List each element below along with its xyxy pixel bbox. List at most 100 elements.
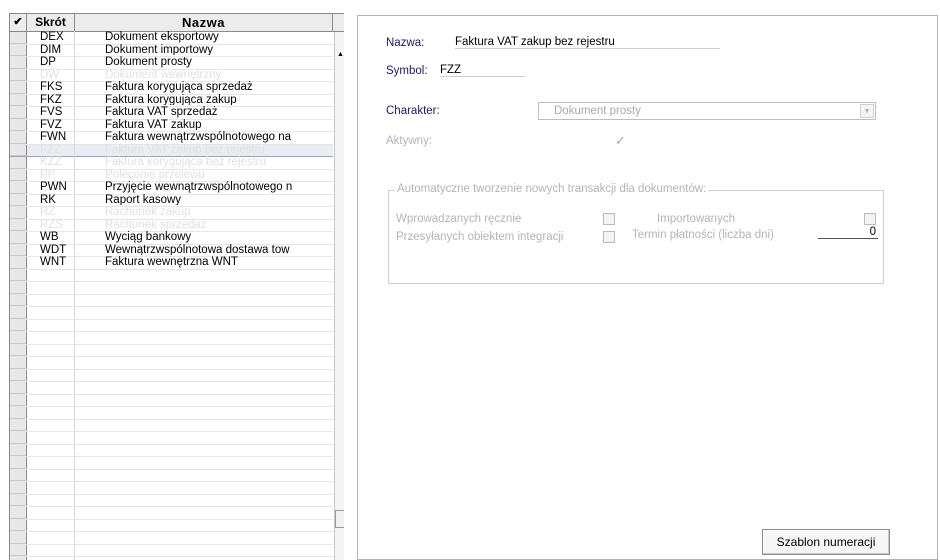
cell-nazwa: Faktura wewnętrzna WNT: [105, 256, 238, 268]
row-selector[interactable]: [10, 382, 27, 394]
row-selector[interactable]: [10, 219, 27, 231]
document-details-panel: Nazwa: Faktura VAT zakup bez rejestru Sy…: [357, 15, 938, 560]
row-selector[interactable]: [10, 519, 27, 531]
cell-skrot: WDT: [28, 243, 75, 255]
cell-skrot: [28, 268, 75, 280]
row-selector[interactable]: [10, 319, 27, 331]
cell-nazwa: Rachunek zakup: [105, 206, 191, 218]
row-selector[interactable]: [10, 94, 27, 106]
cell-skrot: [28, 543, 75, 555]
cell-skrot: [28, 293, 75, 305]
row-selector[interactable]: [10, 482, 27, 494]
row-selector[interactable]: [10, 257, 27, 269]
cell-skrot: [28, 381, 75, 393]
charakter-label: Charakter:: [386, 105, 440, 117]
symbol-field[interactable]: FZZ: [440, 64, 525, 77]
column-header-skrot[interactable]: Skrót: [27, 14, 75, 31]
cell-nazwa: Faktura korygująca bez rejestru: [105, 156, 267, 168]
scroll-thumb[interactable]: [335, 510, 344, 528]
cell-skrot: [28, 281, 75, 293]
row-selector[interactable]: [10, 69, 27, 81]
row-selector[interactable]: [10, 357, 27, 369]
row-selector[interactable]: [10, 307, 27, 319]
charakter-select[interactable]: Dokument prosty ▼: [538, 102, 876, 120]
row-selector[interactable]: [10, 457, 27, 469]
row-selector[interactable]: [10, 494, 27, 506]
vertical-scrollbar[interactable]: ▲: [334, 32, 344, 560]
cell-skrot: DEX: [28, 31, 75, 43]
cell-skrot: [28, 331, 75, 343]
chevron-down-icon[interactable]: ▼: [860, 104, 874, 118]
cell-skrot: RK: [28, 193, 75, 205]
row-selector[interactable]: [10, 407, 27, 419]
cell-skrot: [28, 468, 75, 480]
cell-nazwa: Przyjęcie wewnątrzwspólnotowego n: [105, 181, 293, 193]
row-selector[interactable]: [10, 544, 27, 556]
cell-skrot: RZS: [28, 218, 75, 230]
nazwa-label: Nazwa:: [386, 37, 425, 49]
aktywny-checkbox[interactable]: ✓: [614, 134, 626, 147]
row-selector[interactable]: [10, 107, 27, 119]
cell-skrot: [28, 456, 75, 468]
row-selector[interactable]: [10, 444, 27, 456]
cell-skrot: [28, 493, 75, 505]
row-selector[interactable]: [10, 169, 27, 181]
cell-skrot: [28, 306, 75, 318]
row-selector[interactable]: [10, 532, 27, 544]
row-selector[interactable]: [10, 344, 27, 356]
cell-nazwa: Faktura VAT zakup bez rejestru: [105, 143, 265, 156]
row-selector[interactable]: [10, 232, 27, 244]
cell-nazwa: Dokument wewnętrzny: [105, 68, 222, 81]
row-selector[interactable]: [10, 44, 27, 56]
row-selector[interactable]: [10, 369, 27, 381]
wprowadzanych-checkbox[interactable]: [603, 213, 615, 225]
cell-nazwa: Raport kasowy: [105, 193, 182, 206]
column-header-nazwa[interactable]: Nazwa: [75, 14, 333, 31]
row-selector[interactable]: [10, 194, 27, 206]
row-selector[interactable]: [10, 57, 27, 69]
row-selector[interactable]: [10, 332, 27, 344]
row-selector[interactable]: [10, 132, 27, 144]
przesylanych-label: Przesyłanych obiektem integracji: [396, 231, 564, 243]
row-selector[interactable]: [10, 419, 27, 431]
grid-header: ✔ Skrót Nazwa: [10, 14, 344, 32]
auto-transactions-group-title: Automatyczne tworzenie nowych transakcji…: [395, 183, 709, 195]
row-selector[interactable]: [10, 157, 27, 169]
row-selector[interactable]: [10, 144, 27, 156]
cell-nazwa: Faktura korygująca sprzedaż: [105, 81, 253, 93]
importowanych-label: Importowanych: [657, 213, 735, 225]
checkmark-icon[interactable]: ✔: [10, 14, 27, 31]
termin-label: Termin płatności (liczba dni): [632, 229, 774, 241]
przesylanych-checkbox[interactable]: [603, 231, 615, 243]
row-selector[interactable]: [10, 394, 27, 406]
row-selector[interactable]: [10, 82, 27, 94]
cell-nazwa: Faktura wewnątrzwspólnotowego na: [105, 131, 292, 143]
row-selector[interactable]: [10, 294, 27, 306]
wprowadzanych-label: Wprowadzanych ręcznie: [396, 213, 522, 225]
row-selector[interactable]: [10, 507, 27, 519]
row-selector[interactable]: [10, 207, 27, 219]
row-selector[interactable]: [10, 244, 27, 256]
row-selector[interactable]: [10, 269, 27, 281]
scroll-up-arrow-icon[interactable]: ▲: [335, 49, 344, 61]
cell-skrot: WNT: [28, 256, 75, 268]
szablon-numeracji-button[interactable]: Szablon numeracji: [762, 529, 890, 555]
charakter-selected-value: Dokument prosty: [554, 105, 641, 117]
importowanych-checkbox[interactable]: [864, 213, 876, 225]
row-selector[interactable]: [10, 432, 27, 444]
cell-skrot: DW: [28, 68, 75, 80]
row-selector[interactable]: [10, 182, 27, 194]
row-selector[interactable]: [10, 32, 27, 44]
cell-skrot: [28, 343, 75, 355]
nazwa-field[interactable]: Faktura VAT zakup bez rejestru: [455, 36, 720, 49]
termin-field[interactable]: 0: [818, 226, 878, 239]
cell-nazwa: Wyciąg bankowy: [105, 231, 192, 243]
cell-nazwa: Faktura korygująca zakup: [105, 93, 237, 106]
row-selector[interactable]: [10, 282, 27, 294]
cell-skrot: [28, 518, 75, 530]
cell-nazwa: Polecenie przelewu: [105, 168, 205, 181]
cell-nazwa: Faktura VAT sprzedaż: [105, 106, 218, 118]
row-selector[interactable]: [10, 119, 27, 131]
cell-nazwa: Dokument eksportowy: [105, 31, 219, 43]
row-selector[interactable]: [10, 469, 27, 481]
